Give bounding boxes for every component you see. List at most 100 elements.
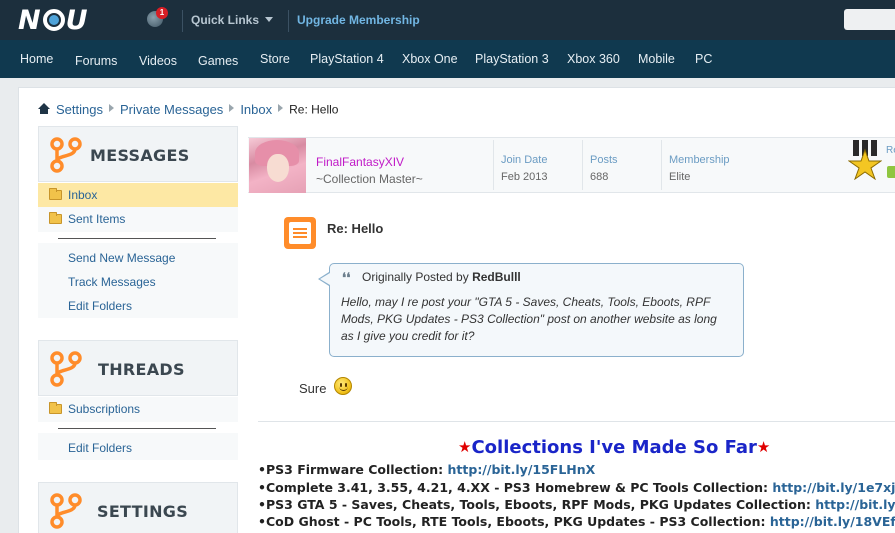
sidebar-item-sent[interactable]: Sent Items — [38, 207, 238, 231]
messages-header: MESSAGES — [38, 126, 238, 182]
quote-attribution: Originally Posted by RedBulll — [362, 270, 521, 284]
notification-count-badge[interactable]: 1 — [156, 7, 168, 19]
signature-line-text: •PS3 Firmware Collection: — [258, 462, 448, 477]
breadcrumb-arrow-icon — [229, 104, 235, 112]
avatar-face — [267, 154, 289, 182]
nav-mobile[interactable]: Mobile — [638, 52, 675, 66]
posts-label: Posts — [590, 154, 618, 166]
join-date-label: Join Date — [501, 154, 548, 166]
reputation-label: Re — [886, 145, 895, 156]
quote-text: Hello, may I re post your "GTA 5 - Saves… — [341, 295, 717, 343]
sidebar-item-subscriptions[interactable]: Subscriptions — [38, 397, 238, 421]
divider — [661, 140, 662, 190]
medal-star-icon — [848, 140, 882, 180]
nav-xbox-360[interactable]: Xbox 360 — [567, 52, 620, 66]
quote-icon: ❛❛ — [342, 271, 351, 286]
messages-title: MESSAGES — [90, 146, 190, 165]
nav-playstation-3[interactable]: PlayStation 3 — [475, 52, 549, 66]
breadcrumb-inbox[interactable]: Inbox — [240, 102, 272, 117]
membership-value: Elite — [669, 171, 691, 183]
posts-value: 688 — [590, 171, 609, 183]
nav-videos[interactable]: Videos — [139, 54, 177, 68]
divider — [182, 10, 183, 32]
quick-links-label: Quick Links — [191, 13, 260, 27]
threads-header: THREADS — [38, 340, 238, 396]
signature-line: •PS3 GTA 5 - Saves, Cheats, Tools, Eboot… — [258, 497, 895, 512]
divider — [582, 140, 583, 190]
nav-xbox-one[interactable]: Xbox One — [402, 52, 458, 66]
nav-store[interactable]: Store — [260, 52, 290, 66]
sidebar-item-inbox[interactable]: Inbox — [38, 183, 238, 207]
signature-link[interactable]: http://bit.ly/1e7xj — [772, 480, 895, 495]
settings-header: SETTINGS — [38, 482, 238, 533]
nav-home[interactable]: Home — [20, 52, 53, 66]
signature-title-text: Collections I've Made So Far — [471, 437, 757, 458]
signature-line-text: •CoD Ghost - PC Tools, RTE Tools, Eboots… — [258, 514, 770, 529]
nav-games[interactable]: Games — [198, 54, 238, 68]
nav-playstation-4[interactable]: PlayStation 4 — [310, 52, 384, 66]
logo-o-icon — [42, 9, 65, 31]
site-logo[interactable]: NU — [18, 5, 89, 36]
message-line — [293, 232, 307, 234]
signature-line: •CoD Ghost - PC Tools, RTE Tools, Eboots… — [258, 514, 895, 529]
upgrade-membership-link[interactable]: Upgrade Membership — [297, 13, 420, 27]
branch-icon — [50, 493, 82, 529]
nav-pc[interactable]: PC — [695, 52, 712, 66]
settings-title: SETTINGS — [97, 502, 189, 521]
user-title: ~Collection Master~ — [316, 172, 423, 186]
reputation-bar — [887, 166, 895, 178]
threads-edit-folders-link[interactable]: Edit Folders — [68, 441, 132, 455]
nav-forums[interactable]: Forums — [75, 54, 117, 68]
sidebar-item-label: Sent Items — [68, 212, 126, 226]
smiley-icon — [334, 377, 352, 395]
signature-link[interactable]: http://bit.ly/18VEfD — [770, 514, 895, 529]
home-icon[interactable] — [38, 103, 50, 114]
signature-link[interactable]: http://bit.ly/15FLHnX — [448, 462, 596, 477]
divider — [58, 238, 216, 239]
branch-icon — [50, 351, 82, 387]
breadcrumb: Settings Private Messages Inbox Re: Hello — [38, 101, 338, 117]
join-date-value: Feb 2013 — [501, 171, 548, 183]
signature-line-text: •Complete 3.41, 3.55, 4.21, 4.XX - PS3 H… — [258, 480, 773, 495]
quote-prefix: Originally Posted by — [362, 270, 469, 284]
divider — [58, 428, 216, 429]
search-input[interactable] — [844, 9, 895, 30]
folder-icon — [49, 212, 62, 224]
breadcrumb-private-messages[interactable]: Private Messages — [120, 102, 223, 117]
divider — [493, 140, 494, 190]
reply-text: Sure — [299, 381, 327, 396]
breadcrumb-arrow-icon — [108, 104, 114, 112]
message-line — [293, 228, 307, 230]
signature-divider — [258, 421, 895, 422]
branch-icon — [50, 137, 82, 173]
membership-label: Membership — [669, 154, 730, 166]
breadcrumb-current: Re: Hello — [289, 102, 339, 117]
signature-title: ★Collections I've Made So Far★ — [458, 437, 770, 458]
message-title: Re: Hello — [327, 221, 384, 236]
star-icon: ★ — [756, 438, 771, 456]
quick-links-menu[interactable]: Quick Links — [191, 13, 274, 27]
top-bar: NU 1 Quick Links Upgrade Membership — [0, 0, 895, 40]
main-nav: Home Forums Videos Games Store PlayStati… — [0, 40, 895, 78]
signature-line-text: •PS3 GTA 5 - Saves, Cheats, Tools, Eboot… — [258, 497, 816, 512]
threads-title: THREADS — [98, 360, 185, 379]
edit-folders-link[interactable]: Edit Folders — [68, 299, 132, 313]
sidebar-item-label: Subscriptions — [68, 402, 141, 416]
folder-icon — [49, 188, 62, 200]
username-link[interactable]: FinalFantasyXIV — [316, 155, 404, 169]
signature-link[interactable]: http://bit.ly — [815, 497, 895, 512]
chevron-down-icon — [265, 17, 274, 22]
signature-line: •PS3 Firmware Collection: http://bit.ly/… — [258, 462, 595, 477]
message-line — [293, 236, 307, 238]
star-icon: ★ — [458, 438, 472, 456]
signature-line: •Complete 3.41, 3.55, 4.21, 4.XX - PS3 H… — [258, 480, 895, 495]
divider — [288, 10, 289, 32]
track-messages-link[interactable]: Track Messages — [68, 275, 156, 289]
sidebar-item-label: Inbox — [68, 188, 98, 202]
quote-notch — [320, 273, 330, 285]
send-new-message-link[interactable]: Send New Message — [68, 251, 175, 265]
user-avatar[interactable] — [249, 138, 306, 193]
quote-author[interactable]: RedBulll — [472, 270, 521, 284]
message-icon — [284, 217, 316, 249]
breadcrumb-settings[interactable]: Settings — [56, 102, 103, 117]
